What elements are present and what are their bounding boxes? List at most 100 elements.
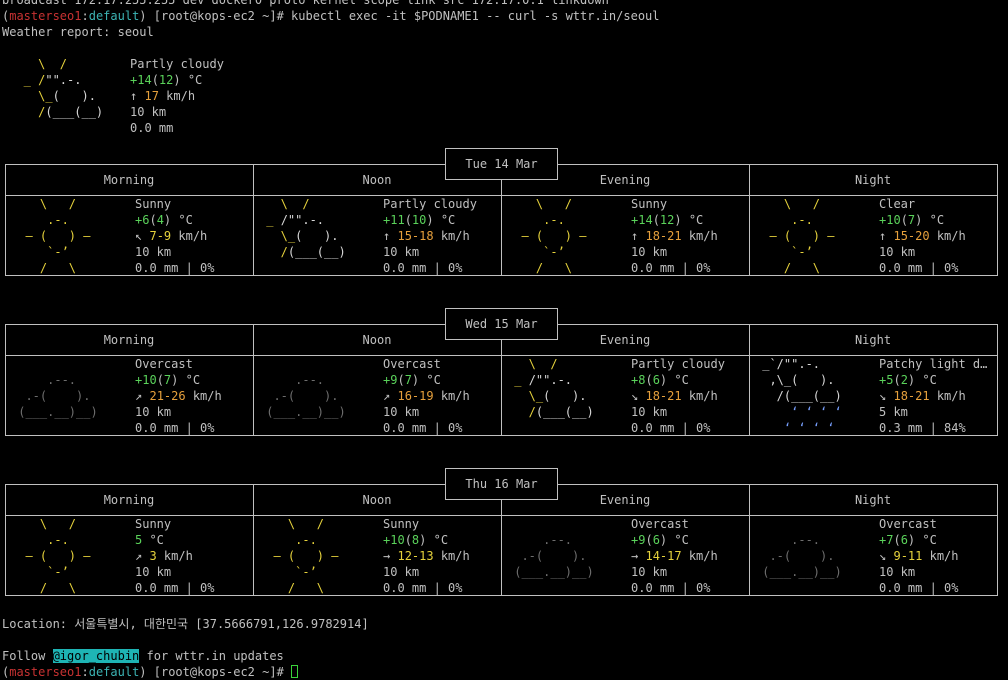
wind: ↑ 18-21 km/h <box>631 228 749 244</box>
forecast-cell: .--. .-( ). (___.__)__) Overcast +9(7) °C… <box>259 356 499 436</box>
forecast-info: Partly cloudy +8(6) °C ↘ 18-21 km/h 10 km 0.… <box>631 356 749 436</box>
precipitation: 0.0 mm | 0% <box>879 261 959 275</box>
precipitation: 0.0 mm | 0% <box>383 421 463 435</box>
temp-unit: °C <box>419 373 441 387</box>
wind-value: 15-20 <box>893 229 930 243</box>
visibility: 10 km <box>631 245 668 259</box>
period-label: Morning <box>103 493 155 507</box>
temp-unit: °C <box>667 373 689 387</box>
wind: → 14-17 km/h <box>631 548 749 564</box>
period-label: Morning <box>103 173 155 187</box>
condition-text: Sunny <box>135 197 172 211</box>
date-label: Wed 15 Mar <box>445 308 558 340</box>
icon-row: (___.__)__) <box>755 565 849 579</box>
wind: ↘ 9-11 km/h <box>879 548 997 564</box>
temp-unit: °C <box>667 533 689 547</box>
temp-value: +8 <box>631 373 646 387</box>
prompt-text: [root@kops-ec2 ~]# <box>146 665 292 679</box>
icon-row: /(___(__) <box>507 404 627 420</box>
icon-row: .-( ). <box>259 389 353 403</box>
icon-row: `-’ <box>11 245 105 259</box>
wind-unit: km/h <box>922 549 959 563</box>
wind-unit: km/h <box>156 549 193 563</box>
temperature: +9(6) °C <box>631 533 689 547</box>
wind-arrow-icon: ↗ <box>135 389 143 403</box>
condition-text: Partly cloudy <box>130 57 224 71</box>
icon-row: ― ( ) ― <box>259 549 353 563</box>
icon-row: .-. <box>507 213 601 227</box>
precipitation: 0.3 mm | 84% <box>879 421 966 435</box>
footer: Location: 서울특별시, 대한민국 [37.5666791,126.97… <box>2 616 1006 680</box>
icon-row-cloud: (___(__) <box>45 105 111 119</box>
prompt-host: masterseo1 <box>9 9 82 23</box>
overcast-icon: .--. .-( ). (___.__)__) <box>755 516 875 596</box>
condition-text: Partly cloudy <box>631 357 725 371</box>
visibility: 10 km <box>383 245 420 259</box>
precipitation: 0.0 mm | 0% <box>631 261 711 275</box>
icon-row: \ / <box>755 197 849 211</box>
icon-row: _ /"".-. <box>259 212 379 228</box>
location-line: Location: 서울특별시, 대한민국 [37.5666791,126.97… <box>2 616 1006 632</box>
terminal-line: broadcast 172.17.255.255 dev docker0 pro… <box>2 0 609 7</box>
icon-row <box>259 420 379 436</box>
icon-row: \_( ). <box>2 88 126 104</box>
icon-row-cloud: (___(__) <box>287 245 353 259</box>
feels-like-value: 7 <box>163 373 172 387</box>
feels-like-value: 10 <box>411 213 427 227</box>
icon-row <box>755 516 875 532</box>
wind-unit: km/h <box>681 389 718 403</box>
icon-row: `-’ <box>507 245 601 259</box>
wind-unit: km/h <box>158 89 196 103</box>
icon-row: / \ <box>259 581 353 595</box>
sunny-icon: \ / .-. ― ( ) ― `-’ / \ <box>11 516 131 596</box>
visibility: 10 km <box>631 405 668 419</box>
location-coords: [37.5666791,126.9782914] <box>188 617 369 631</box>
temp-unit: °C <box>178 373 201 387</box>
follow-label: Follow <box>2 649 53 663</box>
sunny-icon: \ / .-. ― ( ) ― `-’ / \ <box>11 196 131 276</box>
twitter-handle-link[interactable]: @igor_chubin <box>52 649 140 663</box>
prompt-host: masterseo1 <box>9 665 82 679</box>
icon-row: ‘ ‘ ‘ ‘ <box>755 421 849 435</box>
icon-row: .-. <box>755 213 849 227</box>
period-label: Night <box>854 493 892 507</box>
icon-row-sun: \_ <box>2 89 53 103</box>
prompt-line[interactable]: (masterseo1:default) [root@kops-ec2 ~]# <box>2 664 1006 680</box>
icon-row: .--. <box>755 533 849 547</box>
temp-value: +6 <box>135 213 150 227</box>
patchy-drizzle-icon: _`/"".-. ,\_( ). /(___(__) ‘ ‘ ‘ ‘ ‘ ‘ ‘… <box>755 356 875 436</box>
terminal-window[interactable]: broadcast 172.17.255.255 dev docker0 pro… <box>2 0 1006 40</box>
wind-value: 9-11 <box>893 549 923 563</box>
wind-value: 14-17 <box>645 549 682 563</box>
icon-row-sun: / <box>259 245 288 259</box>
feels-like-value: 8 <box>411 533 420 547</box>
forecast-cell: _`/"".-. ,\_( ). /(___(__) ‘ ‘ ‘ ‘ ‘ ‘ ‘… <box>755 356 995 436</box>
wind-unit: km/h <box>433 549 470 563</box>
forecast-cell: \ / _ /"".-. \_( ). /(___(__) Partly clo… <box>259 196 499 276</box>
forecast-cell: .--. .-( ). (___.__)__) Overcast +9(6) °C… <box>507 516 747 596</box>
feels-like-value: 7 <box>404 373 412 387</box>
icon-row: _ /"".-. <box>2 72 126 88</box>
wind-unit: km/h <box>433 389 470 403</box>
visibility: 10 km <box>879 565 916 579</box>
wind-value: 18-21 <box>645 389 682 403</box>
icon-row: .-( ). <box>507 549 601 563</box>
temperature: +7(6) °C <box>879 533 937 547</box>
wind: ↑ 15-18 km/h <box>383 228 501 244</box>
forecast-cell: \ / .-. ― ( ) ― `-’ / \ Sunny +10(8) °C → … <box>259 516 499 596</box>
icon-row: .--. <box>259 373 353 387</box>
wind: → 12-13 km/h <box>383 548 501 564</box>
sunny-icon: \ / .-. ― ( ) ― `-’ / \ <box>507 196 627 276</box>
temp-value: +5 <box>879 373 894 387</box>
icon-row-cloud: (___(__) <box>535 405 601 419</box>
icon-row: \ / <box>259 197 353 211</box>
icon-row <box>259 260 379 276</box>
condition-text: Overcast <box>631 517 689 531</box>
wind-arrow-icon: ↑ <box>130 89 138 103</box>
temperature: +14(12) °C <box>631 213 704 227</box>
condition-text: Patchy light d… <box>879 357 988 371</box>
location-name: 서울특별시, 대한민국 <box>74 617 189 631</box>
wind-arrow-icon: ↑ <box>383 229 391 243</box>
condition-text: Overcast <box>135 357 193 371</box>
report-title: Weather report: seoul <box>2 25 154 39</box>
